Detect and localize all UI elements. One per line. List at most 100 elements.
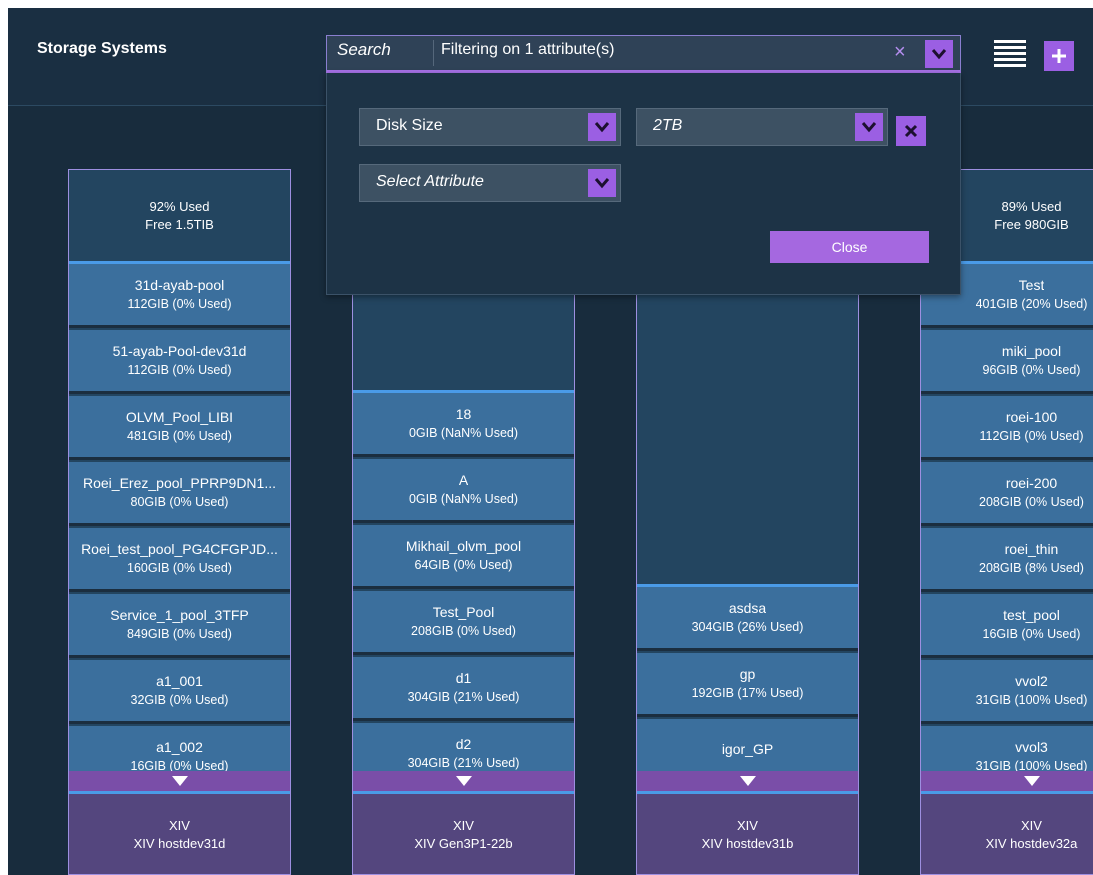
pool-name: d2 [455,735,472,752]
pool-name: 31d-ayab-pool [134,276,225,293]
plus-icon [1052,49,1066,63]
storage-system-card[interactable]: 92% Used Free 1.5TIB 31d-ayab-pool 112GI… [68,169,291,875]
system-footer[interactable]: XIV XIV hostdev32a [921,791,1093,874]
pool-name: d1 [455,669,472,686]
pool-item[interactable]: Roei_test_pool_PG4CFGPJD... 160GIB (0% U… [69,528,290,592]
pool-size: 208GIB (0% Used) [979,494,1084,509]
pool-size: 32GIB (0% Used) [130,692,229,707]
pool-name: Mikhail_olvm_pool [405,537,522,554]
chevron-down-icon [931,49,947,60]
chevron-down-icon [594,178,610,189]
pool-item[interactable]: roei-200 208GIB (0% Used) [921,462,1093,526]
system-type: XIV [169,818,190,833]
filter-value-select[interactable]: 2TB [636,108,888,146]
pool-name: vvol2 [1015,672,1048,689]
pool-item[interactable]: 51-ayab-Pool-dev31d 112GIB (0% Used) [69,330,290,394]
add-attribute-dropdown-button[interactable] [588,169,616,197]
pool-size: 304GIB (21% Used) [407,755,520,770]
pool-item[interactable]: d1 304GIB (21% Used) [353,657,574,721]
pool-name: Roei_Erez_pool_PPRP9DN1... [83,474,276,491]
pool-size: 160GIB (0% Used) [127,560,232,575]
filter-value-dropdown-button[interactable] [855,113,883,141]
pool-name: 18 [455,405,472,422]
system-footer[interactable]: XIV XIV hostdev31d [69,791,290,874]
pool-size: 208GIB (0% Used) [411,623,516,638]
pool-name: A [458,471,469,488]
storage-systems-view: Storage Systems Search Filtering on 1 at… [8,8,1093,875]
pool-item[interactable]: OLVM_Pool_LIBI 481GIB (0% Used) [69,396,290,460]
search-bar[interactable]: Search Filtering on 1 attribute(s) × [326,35,961,73]
add-attribute-select[interactable]: Select Attribute [359,164,621,202]
system-footer[interactable]: XIV XIV hostdev31b [637,791,858,874]
system-type: XIV [1021,818,1042,833]
free-capacity: Free 1.5TIB [145,216,214,232]
system-footer[interactable]: XIV XIV Gen3P1-22b [353,791,574,874]
pool-item[interactable]: A 0GIB (NaN% Used) [353,459,574,523]
pool-size: 112GIB (0% Used) [127,296,232,311]
pool-item[interactable]: 31d-ayab-pool 112GIB (0% Used) [69,264,290,328]
pool-size: 0GIB (NaN% Used) [408,491,519,506]
search-filter-summary[interactable]: Filtering on 1 attribute(s) [441,41,614,59]
search-dropdown-button[interactable] [925,40,953,68]
pool-item[interactable]: miki_pool 96GIB (0% Used) [921,330,1093,394]
pool-size: 304GIB (21% Used) [407,689,520,704]
pool-name: igor_GP [721,741,774,757]
pool-size: 16GIB (0% Used) [982,626,1081,641]
system-host: XIV hostdev31b [701,836,794,851]
pool-size: 849GIB (0% Used) [127,626,232,641]
attribute-select-value: Disk Size [376,117,443,134]
pool-item[interactable]: asdsa 304GIB (26% Used) [637,587,858,651]
triangle-down-icon [739,776,756,786]
expand-pools-button[interactable] [69,771,290,791]
pool-size: 112GIB (0% Used) [979,428,1084,443]
system-host: XIV hostdev32a [985,836,1078,851]
close-button[interactable]: Close [770,231,929,263]
pool-item[interactable]: gp 192GIB (17% Used) [637,653,858,717]
triangle-down-icon [171,776,188,786]
expand-pools-button[interactable] [353,771,574,791]
pool-name: Test_Pool [432,603,495,620]
system-type: XIV [737,818,758,833]
search-label: Search [337,40,391,59]
pool-name: asdsa [728,599,767,616]
pool-item[interactable]: vvol2 31GIB (100% Used) [921,660,1093,724]
clear-search-icon[interactable]: × [894,42,906,62]
pool-item[interactable]: roei_thin 208GIB (8% Used) [921,528,1093,592]
pool-item[interactable]: roei-100 112GIB (0% Used) [921,396,1093,460]
attribute-select[interactable]: Disk Size [359,108,621,146]
add-attribute-placeholder: Select Attribute [376,173,484,190]
pool-name: a1_001 [156,672,203,689]
pool-name: 51-ayab-Pool-dev31d [112,342,247,359]
pool-item[interactable]: Test_Pool 208GIB (0% Used) [353,591,574,655]
pool-size: 0GIB (NaN% Used) [408,425,519,440]
pool-item[interactable]: Roei_Erez_pool_PPRP9DN1... 80GIB (0% Use… [69,462,290,526]
pool-item[interactable]: 18 0GIB (NaN% Used) [353,393,574,457]
pool-size: 96GIB (0% Used) [982,362,1081,377]
capacity-summary: 92% Used Free 1.5TIB [69,170,290,264]
close-icon [904,124,918,138]
remove-filter-button[interactable] [896,116,926,146]
pool-name: gp [739,665,756,682]
pool-item[interactable]: test_pool 16GIB (0% Used) [921,594,1093,658]
system-host: XIV Gen3P1-22b [414,836,513,851]
pool-item[interactable]: Mikhail_olvm_pool 64GIB (0% Used) [353,525,574,589]
attribute-dropdown-button[interactable] [588,113,616,141]
filter-value: 2TB [653,117,683,134]
system-host: XIV hostdev31d [133,836,226,851]
pool-item[interactable]: a1_001 32GIB (0% Used) [69,660,290,724]
pool-size: 304GIB (26% Used) [691,619,804,634]
expand-pools-button[interactable] [921,771,1093,791]
pool-size: 401GIB (20% Used) [975,296,1088,311]
pool-item[interactable]: Service_1_pool_3TFP 849GIB (0% Used) [69,594,290,658]
filter-panel: Disk Size 2TB Select Attribute Close [326,73,961,295]
system-type: XIV [453,818,474,833]
add-system-button[interactable] [1044,41,1074,71]
pool-name: a1_002 [156,738,203,755]
pool-name: miki_pool [1001,342,1062,359]
pool-name: Test [1018,276,1045,293]
pool-name: test_pool [1003,606,1060,623]
pool-size: 31GIB (100% Used) [975,692,1088,707]
list-view-icon[interactable] [994,40,1026,70]
pool-size: 192GIB (17% Used) [691,685,804,700]
expand-pools-button[interactable] [637,771,858,791]
